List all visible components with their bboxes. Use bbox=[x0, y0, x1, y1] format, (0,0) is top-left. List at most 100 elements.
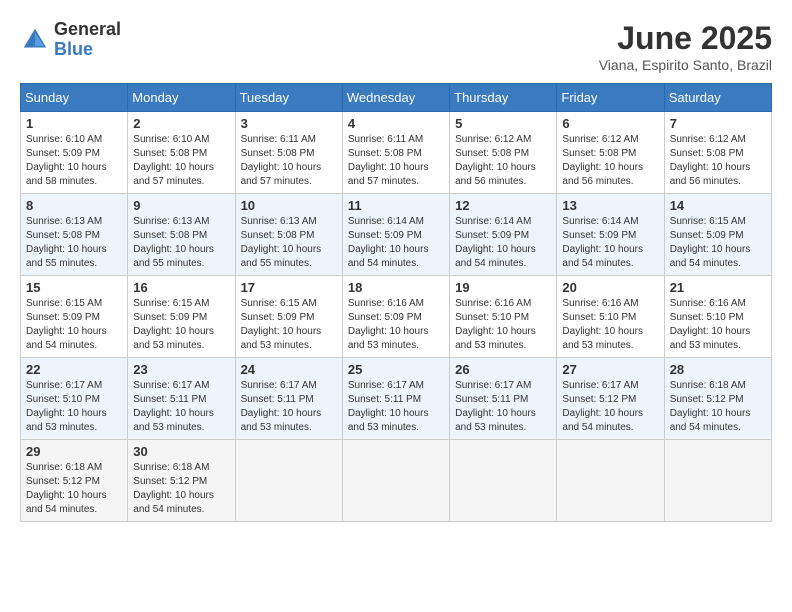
day-number: 12 bbox=[455, 198, 551, 213]
sunrise-label: Sunrise: 6:16 AM bbox=[670, 298, 746, 309]
day-info: Sunrise: 6:15 AM Sunset: 5:09 PM Dayligh… bbox=[26, 297, 122, 353]
day-number: 7 bbox=[670, 116, 766, 131]
daylight-label: Daylight: 10 hours and 57 minutes. bbox=[241, 162, 322, 187]
logo-icon bbox=[20, 25, 50, 55]
sunset-label: Sunset: 5:09 PM bbox=[133, 312, 207, 323]
day-number: 4 bbox=[348, 116, 444, 131]
sunrise-label: Sunrise: 6:17 AM bbox=[348, 380, 424, 391]
weekday-header: Monday bbox=[128, 84, 235, 112]
daylight-label: Daylight: 10 hours and 54 minutes. bbox=[670, 244, 751, 269]
sunrise-label: Sunrise: 6:11 AM bbox=[241, 134, 316, 145]
daylight-label: Daylight: 10 hours and 53 minutes. bbox=[455, 326, 536, 351]
day-number: 11 bbox=[348, 198, 444, 213]
sunset-label: Sunset: 5:09 PM bbox=[26, 148, 100, 159]
calendar-cell: 1 Sunrise: 6:10 AM Sunset: 5:09 PM Dayli… bbox=[21, 112, 128, 194]
day-info: Sunrise: 6:17 AM Sunset: 5:11 PM Dayligh… bbox=[455, 379, 551, 435]
day-number: 28 bbox=[670, 362, 766, 377]
calendar-cell: 4 Sunrise: 6:11 AM Sunset: 5:08 PM Dayli… bbox=[342, 112, 449, 194]
sunset-label: Sunset: 5:08 PM bbox=[133, 148, 207, 159]
day-info: Sunrise: 6:11 AM Sunset: 5:08 PM Dayligh… bbox=[348, 133, 444, 189]
day-info: Sunrise: 6:10 AM Sunset: 5:09 PM Dayligh… bbox=[26, 133, 122, 189]
calendar-week-row: 22 Sunrise: 6:17 AM Sunset: 5:10 PM Dayl… bbox=[21, 358, 772, 440]
day-number: 8 bbox=[26, 198, 122, 213]
sunset-label: Sunset: 5:11 PM bbox=[455, 394, 528, 405]
calendar-cell: 26 Sunrise: 6:17 AM Sunset: 5:11 PM Dayl… bbox=[450, 358, 557, 440]
day-info: Sunrise: 6:17 AM Sunset: 5:11 PM Dayligh… bbox=[348, 379, 444, 435]
day-info: Sunrise: 6:12 AM Sunset: 5:08 PM Dayligh… bbox=[562, 133, 658, 189]
day-number: 9 bbox=[133, 198, 229, 213]
day-info: Sunrise: 6:13 AM Sunset: 5:08 PM Dayligh… bbox=[241, 215, 337, 271]
day-info: Sunrise: 6:17 AM Sunset: 5:11 PM Dayligh… bbox=[241, 379, 337, 435]
day-number: 29 bbox=[26, 444, 122, 459]
sunrise-label: Sunrise: 6:13 AM bbox=[26, 216, 102, 227]
calendar-cell: 13 Sunrise: 6:14 AM Sunset: 5:09 PM Dayl… bbox=[557, 194, 664, 276]
sunrise-label: Sunrise: 6:14 AM bbox=[348, 216, 424, 227]
calendar-week-row: 15 Sunrise: 6:15 AM Sunset: 5:09 PM Dayl… bbox=[21, 276, 772, 358]
day-info: Sunrise: 6:17 AM Sunset: 5:10 PM Dayligh… bbox=[26, 379, 122, 435]
day-info: Sunrise: 6:12 AM Sunset: 5:08 PM Dayligh… bbox=[670, 133, 766, 189]
day-number: 19 bbox=[455, 280, 551, 295]
day-number: 10 bbox=[241, 198, 337, 213]
sunset-label: Sunset: 5:12 PM bbox=[562, 394, 636, 405]
calendar-cell: 22 Sunrise: 6:17 AM Sunset: 5:10 PM Dayl… bbox=[21, 358, 128, 440]
daylight-label: Daylight: 10 hours and 55 minutes. bbox=[26, 244, 107, 269]
daylight-label: Daylight: 10 hours and 53 minutes. bbox=[133, 326, 214, 351]
calendar-cell bbox=[664, 440, 771, 522]
day-number: 27 bbox=[562, 362, 658, 377]
daylight-label: Daylight: 10 hours and 54 minutes. bbox=[562, 408, 643, 433]
daylight-label: Daylight: 10 hours and 56 minutes. bbox=[562, 162, 643, 187]
day-info: Sunrise: 6:14 AM Sunset: 5:09 PM Dayligh… bbox=[455, 215, 551, 271]
sunset-label: Sunset: 5:08 PM bbox=[133, 230, 207, 241]
calendar-cell: 15 Sunrise: 6:15 AM Sunset: 5:09 PM Dayl… bbox=[21, 276, 128, 358]
sunset-label: Sunset: 5:09 PM bbox=[670, 230, 744, 241]
sunset-label: Sunset: 5:08 PM bbox=[670, 148, 744, 159]
calendar-cell: 27 Sunrise: 6:17 AM Sunset: 5:12 PM Dayl… bbox=[557, 358, 664, 440]
weekday-header: Sunday bbox=[21, 84, 128, 112]
calendar-table: SundayMondayTuesdayWednesdayThursdayFrid… bbox=[20, 83, 772, 522]
daylight-label: Daylight: 10 hours and 53 minutes. bbox=[133, 408, 214, 433]
sunrise-label: Sunrise: 6:16 AM bbox=[348, 298, 424, 309]
sunrise-label: Sunrise: 6:15 AM bbox=[26, 298, 102, 309]
day-info: Sunrise: 6:13 AM Sunset: 5:08 PM Dayligh… bbox=[26, 215, 122, 271]
day-info: Sunrise: 6:17 AM Sunset: 5:11 PM Dayligh… bbox=[133, 379, 229, 435]
sunset-label: Sunset: 5:09 PM bbox=[26, 312, 100, 323]
day-number: 26 bbox=[455, 362, 551, 377]
month-title: June 2025 bbox=[599, 20, 772, 57]
weekday-header-row: SundayMondayTuesdayWednesdayThursdayFrid… bbox=[21, 84, 772, 112]
day-number: 15 bbox=[26, 280, 122, 295]
sunrise-label: Sunrise: 6:18 AM bbox=[26, 462, 102, 473]
sunrise-label: Sunrise: 6:17 AM bbox=[26, 380, 102, 391]
day-info: Sunrise: 6:14 AM Sunset: 5:09 PM Dayligh… bbox=[348, 215, 444, 271]
day-number: 30 bbox=[133, 444, 229, 459]
day-number: 5 bbox=[455, 116, 551, 131]
weekday-header: Wednesday bbox=[342, 84, 449, 112]
day-info: Sunrise: 6:17 AM Sunset: 5:12 PM Dayligh… bbox=[562, 379, 658, 435]
calendar-cell: 17 Sunrise: 6:15 AM Sunset: 5:09 PM Dayl… bbox=[235, 276, 342, 358]
calendar-cell bbox=[342, 440, 449, 522]
calendar-week-row: 8 Sunrise: 6:13 AM Sunset: 5:08 PM Dayli… bbox=[21, 194, 772, 276]
calendar-cell: 16 Sunrise: 6:15 AM Sunset: 5:09 PM Dayl… bbox=[128, 276, 235, 358]
day-info: Sunrise: 6:15 AM Sunset: 5:09 PM Dayligh… bbox=[670, 215, 766, 271]
day-info: Sunrise: 6:15 AM Sunset: 5:09 PM Dayligh… bbox=[133, 297, 229, 353]
weekday-header: Saturday bbox=[664, 84, 771, 112]
sunset-label: Sunset: 5:08 PM bbox=[241, 230, 315, 241]
day-number: 20 bbox=[562, 280, 658, 295]
day-number: 13 bbox=[562, 198, 658, 213]
sunset-label: Sunset: 5:08 PM bbox=[455, 148, 529, 159]
sunrise-label: Sunrise: 6:16 AM bbox=[455, 298, 531, 309]
logo-line2: Blue bbox=[54, 40, 121, 60]
calendar-cell: 8 Sunrise: 6:13 AM Sunset: 5:08 PM Dayli… bbox=[21, 194, 128, 276]
sunset-label: Sunset: 5:09 PM bbox=[562, 230, 636, 241]
sunrise-label: Sunrise: 6:17 AM bbox=[241, 380, 317, 391]
sunrise-label: Sunrise: 6:18 AM bbox=[670, 380, 746, 391]
calendar-cell: 9 Sunrise: 6:13 AM Sunset: 5:08 PM Dayli… bbox=[128, 194, 235, 276]
daylight-label: Daylight: 10 hours and 53 minutes. bbox=[26, 408, 107, 433]
daylight-label: Daylight: 10 hours and 54 minutes. bbox=[670, 408, 751, 433]
weekday-header: Tuesday bbox=[235, 84, 342, 112]
day-info: Sunrise: 6:18 AM Sunset: 5:12 PM Dayligh… bbox=[670, 379, 766, 435]
calendar-week-row: 1 Sunrise: 6:10 AM Sunset: 5:09 PM Dayli… bbox=[21, 112, 772, 194]
sunrise-label: Sunrise: 6:14 AM bbox=[455, 216, 531, 227]
daylight-label: Daylight: 10 hours and 54 minutes. bbox=[562, 244, 643, 269]
calendar-cell bbox=[235, 440, 342, 522]
day-number: 21 bbox=[670, 280, 766, 295]
